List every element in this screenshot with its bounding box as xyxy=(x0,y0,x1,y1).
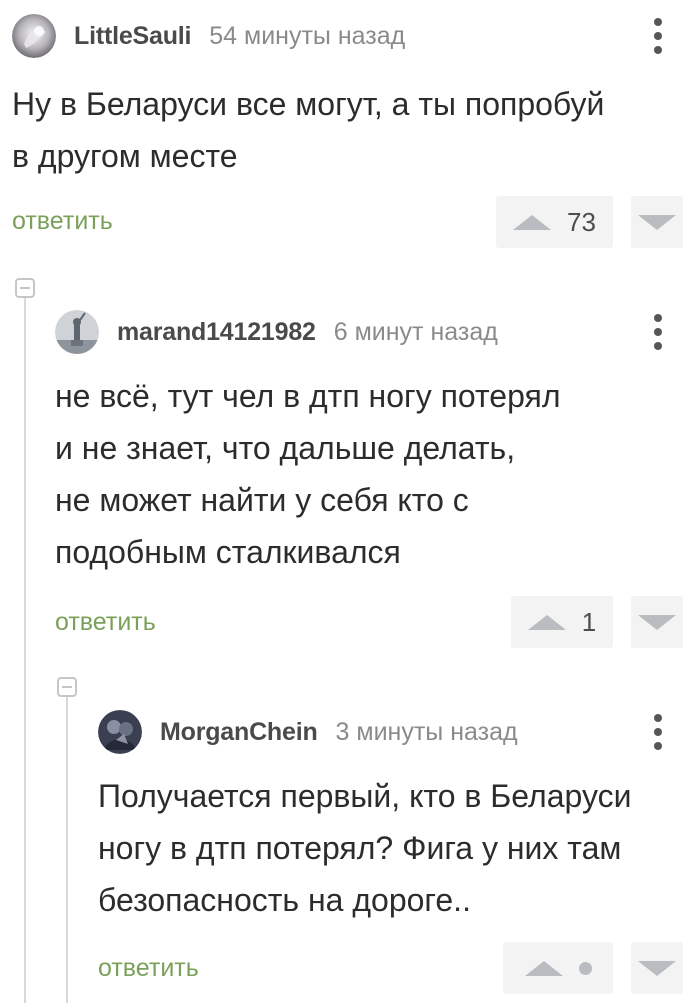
comment-text: Получается первый, кто в Беларуси ногу в… xyxy=(98,778,632,918)
comment-header: MorganChein 3 минуты назад xyxy=(98,710,518,754)
reply-button[interactable]: ответить xyxy=(98,954,199,983)
score-hidden-dot xyxy=(578,961,592,975)
avatar[interactable] xyxy=(98,710,142,754)
triangle-up-icon xyxy=(524,960,563,976)
upvote-button[interactable] xyxy=(503,942,613,994)
more-vertical-icon[interactable] xyxy=(651,712,665,752)
timestamp[interactable]: 3 минуты назад xyxy=(336,718,518,747)
username[interactable]: MorganChein xyxy=(160,718,318,747)
downvote-button[interactable] xyxy=(631,942,683,994)
comment-3: MorganChein 3 минуты назад Получается пе… xyxy=(0,0,700,1003)
triangle-down-icon xyxy=(638,960,676,976)
